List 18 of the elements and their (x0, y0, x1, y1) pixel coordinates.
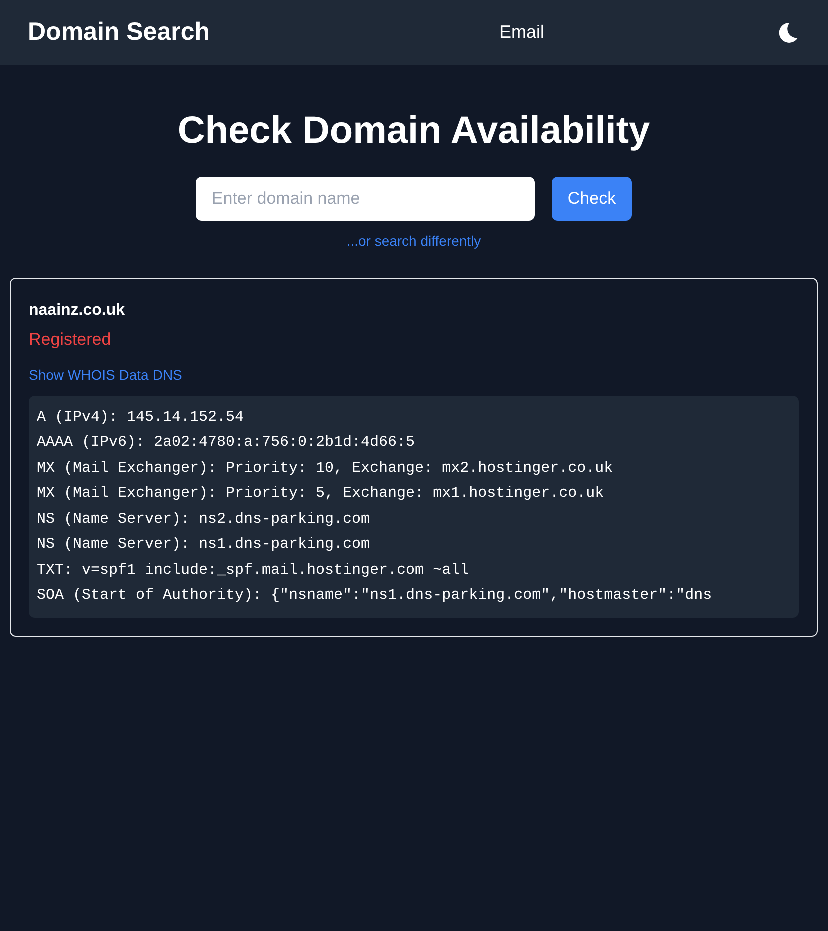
domain-name: naainz.co.uk (29, 301, 126, 321)
dns-record: TXT: v=spf1 include:_spf.mail.hostinger.com ~all (37, 560, 470, 580)
toggle-link[interactable]: Show WHOIS Data (29, 364, 149, 386)
app-title: Domain Search (28, 16, 210, 48)
nav-link[interactable]: Email (500, 19, 545, 46)
dns-record: AAAA (IPv6): 2a02:4780:a:756:0:2b1d:4d66:5 (37, 433, 416, 453)
dns-record: NS (Name Server): ns2.dns-parking.com (37, 510, 372, 530)
dns-record: A (IPv4): 145.14.152.54 (37, 408, 246, 428)
dns-record: MX (Mail Exchanger): Priority: 10, Exchange: mx2.hostinger.co.uk (37, 458, 614, 478)
check-button[interactable]: Check (552, 177, 632, 221)
dns-record: MX (Mail Exchanger): Priority: 5, Exchange: mx1.hostinger.co.uk (37, 484, 606, 504)
alt-search-link[interactable]: ...or search differently (346, 231, 482, 252)
dns-record: NS (Name Server): ns1.dns-parking.com (37, 535, 372, 555)
toggle-link[interactable]: DNS (152, 364, 182, 386)
status-text: Registered (29, 329, 112, 351)
domain-input[interactable]: Enter domain name (196, 177, 535, 221)
page-heading: Check Domain Availability (178, 109, 650, 153)
dns-record: SOA (Start of Authority): {"nsname":"ns1.dns-parking.com","hostmaster":"dns (37, 586, 714, 606)
